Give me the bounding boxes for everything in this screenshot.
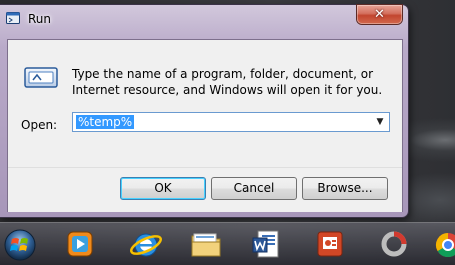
- windows-orb-icon[interactable]: [0, 224, 40, 264]
- close-button[interactable]: ✕: [357, 5, 402, 24]
- browse-button[interactable]: Browse...: [302, 177, 388, 200]
- open-combobox[interactable]: %temp% ▼: [72, 112, 390, 132]
- run-icon: [24, 67, 58, 88]
- run-icon: [6, 12, 20, 24]
- folder-icon[interactable]: [186, 226, 226, 262]
- ring-app-icon[interactable]: [374, 226, 414, 262]
- title-bar[interactable]: Run ✕: [0, 5, 408, 33]
- open-input[interactable]: %temp%: [76, 115, 135, 129]
- ok-button[interactable]: OK: [120, 177, 206, 200]
- taskbar: [0, 222, 455, 265]
- cancel-button[interactable]: Cancel: [211, 177, 297, 200]
- chevron-down-icon[interactable]: ▼: [373, 113, 387, 131]
- internet-explorer-icon[interactable]: [126, 226, 166, 262]
- run-dialog: Run ✕ Type the name of a program, folder…: [0, 5, 408, 217]
- close-icon: ✕: [374, 7, 385, 22]
- dialog-description: Type the name of a program, folder, docu…: [72, 67, 383, 97]
- open-label: Open:: [21, 118, 58, 132]
- chrome-icon[interactable]: [428, 226, 455, 262]
- dialog-body: Type the name of a program, folder, docu…: [7, 39, 403, 212]
- powerpoint-icon[interactable]: [310, 226, 350, 262]
- window-title: Run: [28, 12, 52, 26]
- media-player-icon[interactable]: [60, 226, 100, 262]
- word-icon[interactable]: [246, 226, 286, 262]
